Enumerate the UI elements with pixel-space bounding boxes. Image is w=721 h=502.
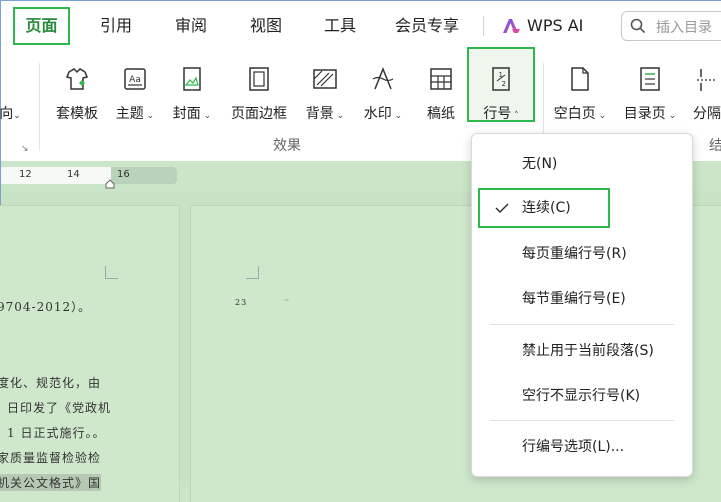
search-placeholder: 插入目录 [656,20,712,36]
tab-separator [483,16,484,36]
svg-text:Aa: Aa [129,75,141,85]
line-number-dropdown-menu: 无(N) 连续(C) 每页重编行号(R) 每节重编行号(E) 禁止用于当前段落(… [471,133,693,477]
line-number-label: 行号 [483,106,512,122]
menu-separator [490,324,674,325]
theme-icon: Aa [124,68,146,90]
background-icon [313,69,337,89]
menu-item-hide-blank-lines[interactable]: 空行不显示行号(K) [472,376,692,416]
break-button[interactable]: 分隔 [689,61,721,131]
blank-page-icon [571,67,589,91]
line-number: 23 [235,298,248,307]
cover-label: 封面 [172,106,201,122]
paragraph-mark: ᵕ [285,296,290,307]
menu-tab-bar: 页面 引用 审阅 视图 工具 会员专享 WPS AI 插入目录 [1,1,721,51]
template-button[interactable]: 套模板 [49,61,105,131]
template-icon [65,68,89,90]
dialog-launcher-icon[interactable]: ↘ [21,144,29,154]
page-border-label: 页面边框 [231,106,287,122]
document-text-line: 家质量监督检验检 [0,451,102,465]
toc-page-button[interactable]: 目录页 ⌄ [619,61,681,131]
tab-tools[interactable]: 工具 [315,7,365,45]
document-text-line: 度化、规范化，由 [0,376,102,390]
group-separator [39,63,40,151]
manuscript-label: 稿纸 [427,106,455,122]
partial-group-label: 结 [709,138,721,154]
menu-item-suppress-current-paragraph[interactable]: 禁止用于当前段落(S) [472,331,692,371]
menu-item-none[interactable]: 无(N) [472,144,692,184]
blank-page-label: 空白页 [553,106,596,122]
ruler-tick: 16 [117,169,130,180]
manuscript-icon [430,68,452,90]
menu-item-restart-each-section[interactable]: 每节重编行号(E) [472,279,692,319]
chevron-down-icon: ⌄ [333,111,345,121]
theme-button[interactable]: Aa 主题 ⌄ [111,61,159,131]
chevron-down-icon: ⌄ [595,111,607,121]
svg-text:2: 2 [502,80,506,88]
watermark-icon [372,66,394,90]
search-icon [630,18,646,34]
search-box[interactable]: 插入目录 [621,11,721,41]
crop-mark [246,266,259,279]
chevron-down-icon: ⌄ [200,111,212,121]
template-label: 套模板 [56,106,98,122]
tab-review[interactable]: 审阅 [166,7,216,45]
chevron-down-icon: ⌄ [665,111,677,121]
wps-ai-logo-icon[interactable] [501,17,521,35]
line-number-icon: 1 2 [492,67,510,91]
chevron-down-icon: ⌄ [391,111,403,121]
tab-references[interactable]: 引用 [91,7,141,45]
menu-item-line-numbering-options[interactable]: 行编号选项(L)... [472,427,692,467]
toc-page-label: 目录页 [623,106,666,122]
chevron-up-icon: ˄ [511,111,519,121]
document-text-line: 9704-2012）。 [0,300,92,314]
check-icon [495,203,509,214]
watermark-button[interactable]: 水印 ⌄ [357,61,409,131]
page-border-button[interactable]: 页面边框 [225,61,293,131]
manuscript-button[interactable]: 稿纸 [419,61,463,131]
document-page-left[interactable]: 9704-2012）。 度化、规范化，由 日印发了《党政机 1 日正式施行。。 … [0,206,179,502]
page-border-icon [249,67,269,91]
blank-page-button[interactable]: 空白页 ⌄ [549,61,611,131]
tab-view[interactable]: 视图 [241,7,291,45]
document-text-line: 1 日正式施行。。 [7,426,106,440]
theme-label: 主题 [115,106,144,122]
crop-mark [105,266,118,279]
tab-page[interactable]: 页面 [13,7,70,45]
horizontal-ruler[interactable]: 12 14 16 [1,167,177,189]
document-text-line: 日印发了《党政机 [7,401,112,415]
menu-item-restart-each-page[interactable]: 每页重编行号(R) [472,234,692,274]
cover-button[interactable]: 封面 ⌄ [167,61,217,131]
ruler-tick: 14 [67,169,80,180]
cover-icon [183,67,201,91]
background-button[interactable]: 背景 ⌄ [299,61,351,131]
document-text-line: 机关公文格式》国 [0,474,102,491]
indent-marker-icon[interactable] [105,179,115,189]
line-number-button[interactable]: 1 2 行号 ˄ [467,47,535,122]
ruler-tick: 12 [19,169,32,180]
menu-separator [490,420,674,421]
menu-item-continuous[interactable]: 连续(C) [478,188,610,228]
ribbon-partial-left-button[interactable]: 向⌄ [0,61,25,131]
wps-ai-label[interactable]: WPS AI [527,7,583,45]
background-label: 背景 [305,106,334,122]
chevron-down-icon: ⌄ [143,111,155,121]
watermark-label: 水印 [363,106,392,122]
break-label: 分隔 [693,106,721,122]
break-icon [697,69,717,91]
toc-page-icon [640,67,660,91]
effects-group-label: 效果 [273,138,301,154]
tab-member[interactable]: 会员专享 [387,7,467,45]
